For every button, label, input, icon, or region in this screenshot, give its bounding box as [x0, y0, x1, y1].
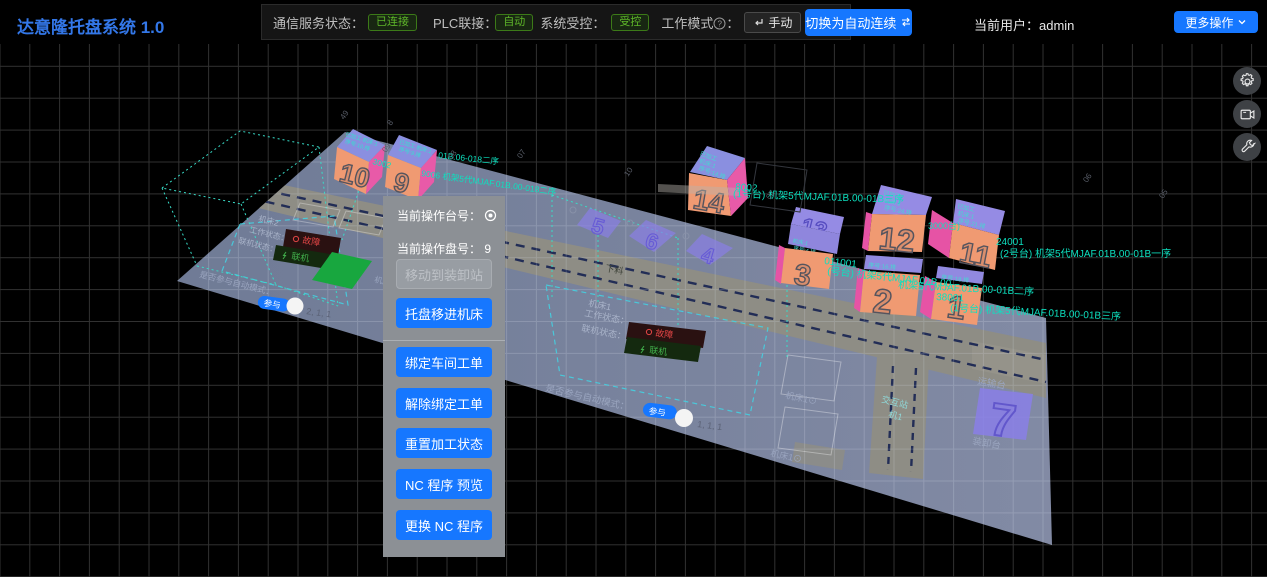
svg-text:12: 12 [877, 220, 916, 260]
svg-text:3000台): 3000台) [928, 220, 960, 231]
svg-text:故障: 故障 [655, 327, 674, 340]
svg-text:2: 2 [871, 282, 894, 322]
svg-text:24001: 24001 [996, 237, 1024, 248]
svg-text:联机: 联机 [649, 344, 668, 357]
svg-text:?: ? [718, 19, 723, 28]
svg-text:(2号台) 机架5代MJAF.01B.00-01B一序: (2号台) 机架5代MJAF.01B.00-01B一序 [1000, 247, 1171, 260]
svg-text:参与: 参与 [648, 406, 666, 418]
svg-text:11: 11 [957, 236, 994, 274]
